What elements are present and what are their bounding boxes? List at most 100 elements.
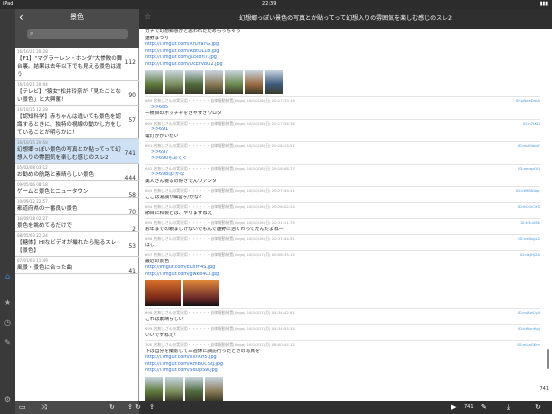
compose-icon[interactable]: ✎ — [481, 403, 487, 412]
folder-icon[interactable]: ▭ — [19, 403, 26, 412]
post-divider — [145, 250, 540, 251]
clock: 22:39 — [262, 1, 277, 7]
post-link[interactable]: http://i.imgur.com/SdUpSw.jpg — [145, 368, 540, 375]
post-text-span: 最近の景色 — [145, 258, 169, 264]
post-text-span: 693 名無しさん@実況用・・・・・・自律駆動装置(Jinga) 16/10/1… — [145, 188, 295, 193]
post-id[interactable]: ID:n7tKD — [523, 121, 540, 128]
thread-item[interactable]: 08/05/03 22:24 【糖体】HIなビデオが撮れたら貼るスレ【景色】 5… — [15, 232, 139, 257]
post-text: これは素晴らしい — [145, 317, 540, 324]
image-thumbnail[interactable] — [265, 70, 283, 94]
post-text-span: 695 名無しさん@実況用・・・・・・自律駆動装置(Jinga) 16/10/1… — [145, 220, 295, 225]
image-thumbnail[interactable] — [145, 70, 163, 94]
post-link[interactable]: http://i.imgur.com/gwkb4Cl.jpg — [145, 272, 540, 279]
thread-count: 90 — [128, 92, 136, 99]
reply-anchor[interactable]: >>690もあてぐ — [145, 156, 540, 163]
star-icon[interactable]: ★ — [3, 298, 12, 307]
post-header: 697 名無しさん@実況用・・・・・・自律駆動装置(Jinga) 16/10/1… — [145, 252, 540, 259]
post-divider — [145, 218, 540, 219]
thread-item[interactable]: 10/09/12 22:57 都道府県の一番良い景色 70 — [15, 198, 139, 216]
post-text: 一枚目のボッチャをさやすぎワロタ — [145, 111, 540, 118]
image-thumbnails — [145, 376, 540, 401]
pencil-icon[interactable]: ✎ — [3, 338, 12, 347]
post-text-span: 遠野まつり — [145, 35, 169, 41]
post-link[interactable]: http://i.imgur.com/UcErVbU2.jpg — [145, 62, 540, 69]
post-divider — [145, 202, 540, 203]
post-id[interactable]: ID:cs8wCy0 — [518, 310, 540, 317]
thread-title: 【認知科学】赤ちゃんは違いても景色を認識するときに、独特の視線の動かし方をしてい… — [17, 114, 122, 136]
image-thumbnail[interactable] — [245, 70, 263, 94]
image-thumbnail[interactable] — [225, 70, 243, 94]
shuffle-icon[interactable]: ⤨ — [41, 403, 47, 412]
download-icon[interactable]: ⤓ — [507, 403, 510, 412]
refresh-icon[interactable]: ↻ — [109, 403, 115, 412]
search-field[interactable]: ⌕ — [27, 29, 128, 39]
clock-icon[interactable]: ◷ — [3, 318, 12, 327]
thread-item[interactable]: 16/09/18 02:27 景色を眺めてるだけで 2 — [15, 215, 139, 233]
post-header: 689 名無しさん@実況用・・・・・・自律駆動装置(Jinga) 16/10/1… — [145, 98, 540, 105]
thread-count: 112 — [124, 59, 136, 66]
post-text-span: http://imgur.com/ELhrF4S.jpg — [145, 265, 216, 270]
post-text-span: ほし — [145, 242, 155, 248]
image-thumbnail[interactable] — [205, 376, 223, 401]
post-text-span: 694 名無しさん@実況用・・・・・・自律駆動装置(Jinga) 16/10/1… — [145, 204, 295, 209]
refresh-icon[interactable]: ↻ — [535, 403, 541, 412]
post-id[interactable]: ID:omqzOQ — [518, 166, 540, 173]
post-id[interactable]: ID:dkJHJ2A — [520, 252, 540, 259]
favorite-star-icon[interactable]: ☆ — [144, 12, 151, 21]
thread-item[interactable]: 16/10/21 20:28 【F1】"マグラーレン・ホンダ"大惨敗の舞台裏。結… — [15, 48, 139, 81]
post-header: 693 名無しさん@実況用・・・・・・自律駆動装置(Jinga) 16/10/1… — [145, 188, 540, 195]
thread-date: 09/05/06 08:18 — [17, 182, 48, 187]
share-icon[interactable]: ⇪ — [149, 403, 155, 412]
post-id[interactable]: ID:kWsnHpJ — [518, 326, 540, 333]
thread-date: 16/10/21 20:28 — [17, 49, 48, 54]
battery-icon: ▮▮▮ — [539, 1, 548, 7]
post-text-span: 689 名無しさん@実況用・・・・・・自律駆動装置(Jinga) 16/10/1… — [145, 98, 295, 103]
thread-title: ゲームと景色とニュータウン — [17, 189, 89, 195]
thread-title: 【糖体】HIなビデオが撮れたら貼るスレ【景色】 — [17, 240, 117, 254]
thread-item-selected[interactable]: 16/10/15 20:58 幻想郷っぽい景色の写真とか貼ってって幻想入りの雰囲… — [15, 139, 139, 164]
thread-item[interactable]: 05/02/08 03:12 お勧めの航路と素晴らしい景色 444 — [15, 164, 139, 182]
play-icon[interactable]: ▶ — [451, 403, 456, 412]
image-thumbnail[interactable] — [165, 70, 183, 94]
image-thumbnail[interactable] — [185, 70, 203, 94]
image-thumbnail[interactable] — [145, 280, 181, 306]
post-header: 699 名無しさん@実況用・・・・・・自律駆動装置(Jinga) 16/10/1… — [145, 326, 540, 333]
scrollbar[interactable] — [547, 349, 549, 369]
thread-item[interactable]: 16/10/15 12:28 【認知科学】赤ちゃんは違いても景色を認識するときに… — [15, 106, 139, 139]
post-id[interactable]: ID:pNexDmA — [516, 98, 540, 105]
post-divider — [145, 324, 540, 325]
thread-item[interactable]: 09/05/06 08:18 ゲームと景色とニュータウン 58 — [15, 181, 139, 199]
refresh-icon[interactable]: ↻ — [135, 403, 141, 412]
device-label: iPad — [3, 1, 14, 7]
search-input[interactable] — [37, 30, 125, 38]
post-id[interactable]: ID:nbHVoqY — [518, 143, 540, 150]
post-text-span: http://i.imgur.com/gwkb4Cl.jpg — [145, 271, 220, 277]
image-thumbnail[interactable] — [185, 376, 203, 401]
post-divider — [145, 340, 540, 341]
thread-title: 都道府県の一番良い景色 — [17, 206, 78, 212]
post-text-span: 電灯がかいたい — [145, 133, 179, 139]
share-icon[interactable]: ⇪ — [127, 403, 133, 412]
post-id[interactable]: ID:ktM8N4qr — [516, 188, 540, 195]
home-icon[interactable]: ⌂ — [3, 272, 12, 281]
post-id[interactable]: ID:k3uV8k — [520, 220, 540, 227]
thread-date: 16/10/15 20:58 — [17, 140, 48, 145]
post-text-span: http://i.imgur.com/vXrXH5.jpg — [145, 355, 217, 360]
post-header: 690 名無しさん@実況用・・・・・・自律駆動装置(Jinga) 16/10/1… — [145, 121, 540, 128]
post-text-span: >>685 — [151, 104, 169, 110]
post-text-span: 699 名無しさん@実況用・・・・・・自律駆動装置(Jinga) 16/10/1… — [145, 326, 295, 331]
image-thumbnail[interactable] — [145, 376, 163, 401]
thread-date: 07/01/03 11:49 — [17, 258, 48, 263]
post-id[interactable]: ID:BCGICXS — [518, 204, 540, 211]
thread-item[interactable]: 16/10/21 20:04 【テレビ】"猿女"松井玲奈が「見たことない景色」と… — [15, 81, 139, 106]
thread-date: 16/09/18 02:27 — [17, 216, 48, 221]
post-id[interactable]: ID:mLaGKm — [517, 342, 540, 349]
post-id[interactable]: ID:nxBxgz2 — [518, 236, 540, 243]
thread-view-title: 幻想郷っぽい景色の写真とか貼ってって幻想入りの雰囲気を楽しむ感じのスレ2 — [239, 15, 452, 22]
image-thumbnail[interactable] — [165, 376, 183, 401]
thread-item[interactable]: 07/01/03 11:49 風景・景色に合った曲 41 — [15, 257, 139, 275]
thread-list: 16/10/21 20:28 【F1】"マグラーレン・ホンダ"大惨敗の舞台裏。結… — [15, 48, 139, 401]
image-thumbnail[interactable] — [183, 280, 219, 306]
image-thumbnail[interactable] — [205, 70, 223, 94]
gear-icon[interactable]: ⚙ — [3, 395, 12, 404]
